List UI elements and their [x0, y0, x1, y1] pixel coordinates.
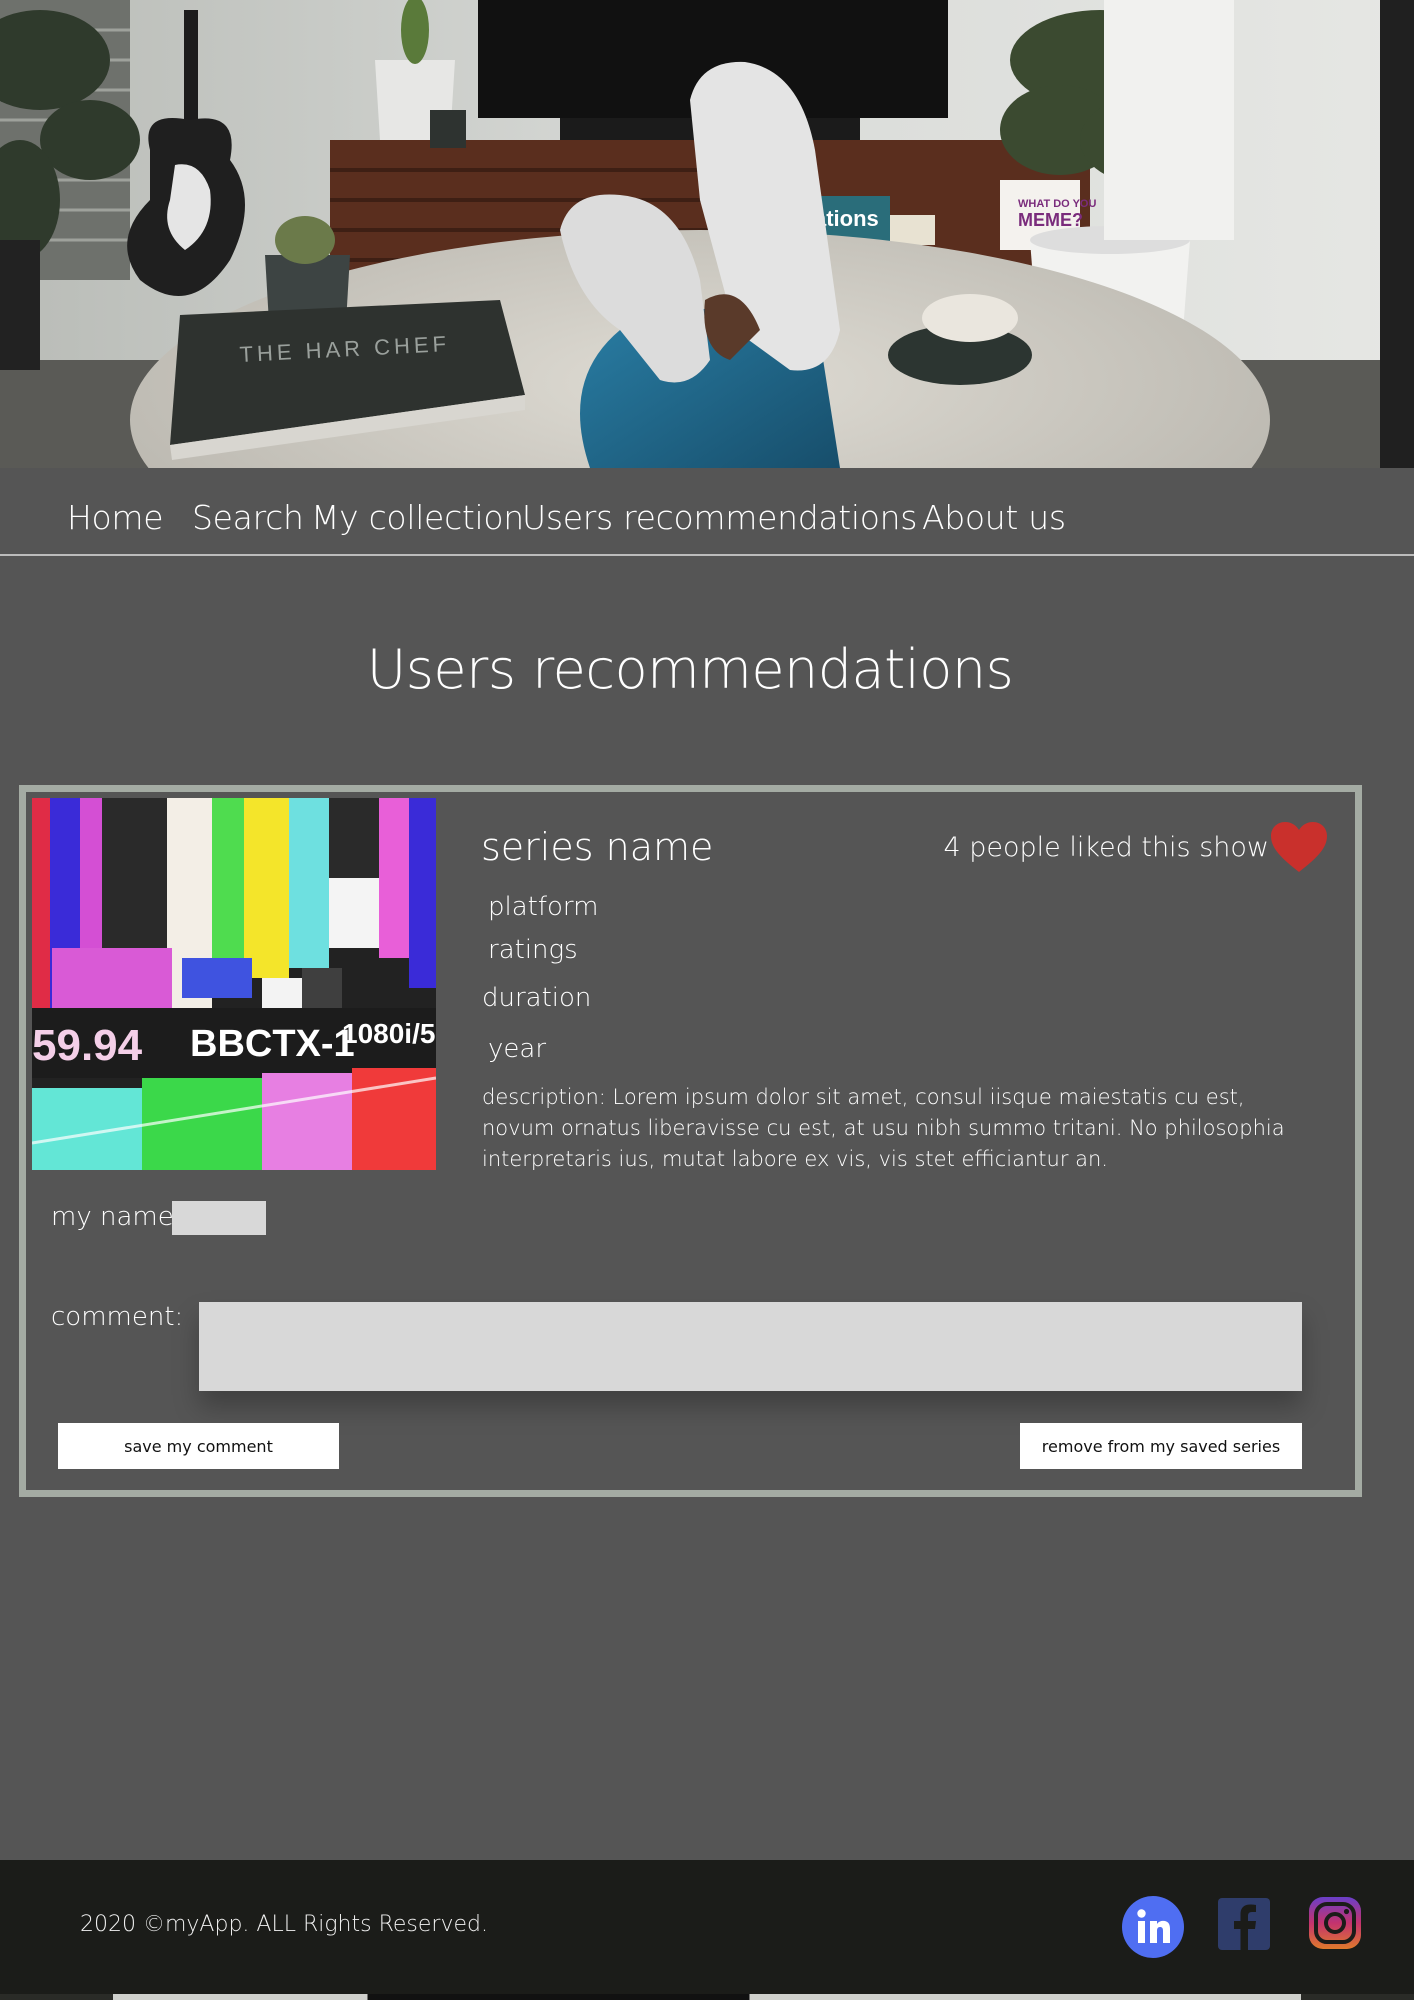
hero-illustration: ations WHAT DO YOU MEME? THE HAR CHEF [0, 0, 1414, 468]
bottom-image-strip [0, 1994, 1414, 2000]
comment-textarea[interactable] [199, 1302, 1302, 1391]
likes-count: 4 people liked this show [943, 832, 1269, 863]
poster-channel-text: BBCTX-1 [190, 1023, 355, 1065]
my-name-input[interactable] [172, 1201, 266, 1235]
poster-resolution-text: 1080i/59. [342, 1018, 436, 1049]
nav-my-collection[interactable]: My collection [311, 498, 524, 537]
comment-label: comment: [51, 1302, 184, 1332]
series-platform: platform [488, 892, 599, 922]
nav-search[interactable]: Search [192, 498, 304, 537]
instagram-icon[interactable] [1308, 1896, 1362, 1950]
linkedin-icon[interactable] [1122, 1896, 1184, 1958]
hero-image: ations WHAT DO YOU MEME? THE HAR CHEF [0, 0, 1414, 468]
series-poster: 59.94 BBCTX-1 1080i/59. [32, 798, 436, 1170]
facebook-icon[interactable] [1218, 1896, 1272, 1950]
my-name-label: my name: [51, 1202, 183, 1232]
series-ratings: ratings [488, 935, 578, 965]
test-pattern-image: 59.94 BBCTX-1 1080i/59. [32, 798, 436, 1170]
shelf-game-title: MEME? [1018, 210, 1083, 230]
shelf-game-text: WHAT DO YOU [1018, 198, 1096, 210]
copyright-text: 2020 ©myApp. ALL Rights Reserved. [80, 1912, 488, 1937]
save-comment-button[interactable]: save my comment [58, 1423, 339, 1469]
recommendation-card: 59.94 BBCTX-1 1080i/59. series name 4 pe… [19, 785, 1362, 1497]
nav-home[interactable]: Home [67, 498, 164, 537]
remove-saved-series-button[interactable]: remove from my saved series [1020, 1423, 1302, 1469]
nav-about-us[interactable]: About us [922, 498, 1066, 537]
nav-users-recommendations[interactable]: Users recommendations [522, 498, 917, 537]
footer: 2020 ©myApp. ALL Rights Reserved. [0, 1860, 1414, 1994]
heart-icon[interactable] [1271, 822, 1327, 874]
page-title: Users recommendations [366, 638, 1014, 701]
series-description: description: Lorem ipsum dolor sit amet,… [482, 1085, 1285, 1171]
series-name: series name [481, 825, 714, 869]
series-duration: duration [482, 983, 592, 1013]
series-year: year [488, 1034, 547, 1064]
poster-fps-text: 59.94 [32, 1021, 143, 1070]
main-nav: Home Search My collection Users recommen… [0, 468, 1414, 556]
